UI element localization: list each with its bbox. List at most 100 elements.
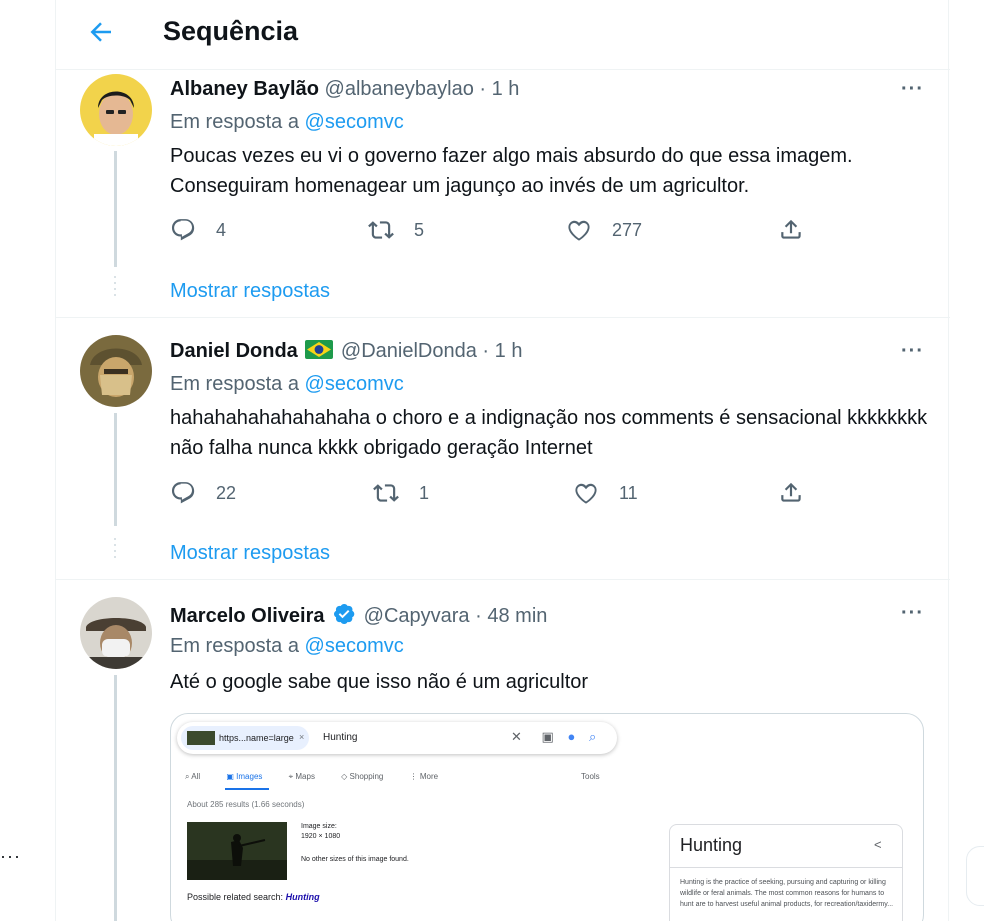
google-tabs: ⌕ All ▣ Images ⌖ Maps ◇ Shopping ⋮ More [185, 772, 462, 782]
avatar[interactable] [80, 74, 152, 146]
verified-badge-icon [334, 604, 355, 624]
retweet-button[interactable]: 5 [368, 217, 424, 243]
like-count: 277 [612, 219, 643, 240]
share-button[interactable] [778, 480, 804, 506]
timeline-column: Sequência Albaney Baylão @albaneybaylao … [55, 0, 950, 921]
tweet-actions: 4 5 277 [170, 217, 810, 247]
heart-icon [575, 483, 597, 504]
result-image-thumbnail [187, 822, 287, 880]
panel-divider [670, 867, 902, 868]
tweet-header: Marcelo Oliveira @Capyvara · 48 min [170, 602, 547, 628]
avatar[interactable] [80, 335, 152, 407]
active-tab-underline [225, 788, 269, 790]
thread-line [114, 675, 117, 921]
related-search: Possible related search: Hunting [187, 892, 320, 902]
reply-count: 4 [216, 219, 227, 240]
chip-close-icon: × [299, 732, 305, 742]
retweet-count: 5 [414, 219, 425, 240]
timestamp[interactable]: 1 h [492, 78, 520, 100]
tweet-actions: 22 1 11 [170, 480, 810, 510]
reply-context: Em resposta a @secomvc [170, 373, 404, 396]
chip-url: https...name=large [219, 733, 294, 743]
share-icon [781, 219, 801, 239]
reply-icon [171, 219, 195, 241]
author-handle[interactable]: @DanielDonda [341, 340, 477, 362]
knowledge-panel: Hunting < Hunting is the practice of see… [669, 824, 903, 921]
more-options-icon[interactable]: ··· [901, 340, 924, 363]
image-size-info: Image size: 1920 × 1080 [301, 822, 340, 842]
timestamp[interactable]: 1 h [495, 340, 523, 362]
more-options-icon[interactable]: ··· [0, 846, 21, 867]
tweet-media-image[interactable]: https...name=large × Hunting ✕ ▣ ● ⌕ ⌕ A… [170, 713, 924, 921]
author-handle[interactable]: @Capyvara [364, 605, 470, 627]
tab-shopping: ◇ Shopping [341, 772, 384, 781]
tab-images: ▣ Images [226, 772, 263, 781]
mic-icon: ● [567, 729, 576, 744]
related-term: Hunting [285, 892, 320, 902]
tweet-header: Albaney Baylão @albaneybaylao · 1 h [170, 78, 519, 101]
author-handle[interactable]: @albaneybaylao [325, 78, 474, 100]
tweet-header: Daniel Donda @DanielDonda · 1 h [170, 340, 522, 363]
avatar[interactable] [80, 597, 152, 669]
image-size-label: Image size: [301, 823, 337, 830]
mention-link[interactable]: @secomvc [305, 373, 404, 395]
thread-dots [114, 276, 117, 300]
author-name[interactable]: Daniel Donda [170, 340, 298, 362]
reply-prefix: Em resposta a [170, 111, 299, 133]
right-widget-edge [966, 846, 984, 906]
tab-more: ⋮ More [409, 772, 439, 781]
show-replies-link[interactable]: Mostrar respostas [170, 280, 330, 303]
reply-prefix: Em resposta a [170, 635, 299, 657]
reply-context: Em resposta a @secomvc [170, 111, 404, 134]
image-size-value: 1920 × 1080 [301, 833, 341, 840]
separator: · [475, 605, 482, 627]
search-icon: ⌕ [588, 729, 597, 744]
retweet-icon [373, 484, 399, 502]
tools-link: Tools [581, 772, 600, 781]
reply-button[interactable]: 4 [170, 217, 226, 243]
more-options-icon[interactable]: ··· [901, 78, 924, 101]
top-bar: Sequência [56, 0, 950, 70]
timestamp[interactable]: 48 min [487, 605, 547, 627]
page-title: Sequência [163, 16, 299, 46]
retweet-icon [368, 221, 394, 239]
heart-icon [568, 220, 590, 241]
like-button[interactable]: 277 [566, 217, 642, 243]
tweet-text: Até o google sabe que isso não é um agri… [170, 671, 589, 693]
mention-link[interactable]: @secomvc [305, 635, 404, 657]
knowledge-share-icon: < [874, 837, 882, 852]
more-options-icon[interactable]: ··· [901, 602, 924, 625]
like-count: 11 [619, 482, 638, 503]
search-query: Hunting [323, 732, 358, 743]
like-button[interactable]: 11 [573, 480, 638, 506]
brazil-flag-icon [305, 340, 334, 359]
reply-prefix: Em resposta a [170, 373, 299, 395]
camera-icon: ▣ [541, 729, 554, 744]
related-label: Possible related search: [187, 892, 284, 902]
mention-link[interactable]: @secomvc [305, 111, 404, 133]
show-replies-link[interactable]: Mostrar respostas [170, 542, 330, 565]
thread-line [114, 413, 117, 526]
thread-dots [114, 538, 117, 562]
retweet-button[interactable]: 1 [373, 480, 429, 506]
separator: · [479, 78, 487, 100]
tweet-text: hahahahahahahahaha o choro e a indignaçã… [170, 407, 928, 459]
tweet[interactable]: Daniel Donda @DanielDonda · 1 h ··· Em r… [56, 318, 950, 580]
chip-thumbnail [187, 731, 215, 745]
reply-context: Em resposta a @secomvc [170, 635, 404, 658]
separator: · [482, 340, 490, 362]
left-gutter [0, 0, 55, 921]
tab-all: ⌕ All [185, 772, 201, 781]
author-name[interactable]: Marcelo Oliveira [170, 605, 325, 627]
reply-icon [171, 482, 195, 504]
image-search-chip: https...name=large × [181, 726, 309, 750]
tweet[interactable]: Albaney Baylão @albaneybaylao · 1 h ··· … [56, 71, 950, 318]
reply-count: 22 [216, 482, 237, 503]
share-button[interactable] [778, 217, 804, 243]
result-count: About 285 results (1.66 seconds) [187, 800, 305, 809]
back-arrow-icon[interactable] [86, 17, 116, 47]
search-bar-icons: ✕ ▣ ● ⌕ [511, 729, 596, 745]
author-name[interactable]: Albaney Baylão [170, 78, 319, 100]
reply-button[interactable]: 22 [170, 480, 236, 506]
google-search-bar: https...name=large × Hunting ✕ ▣ ● ⌕ [177, 722, 617, 754]
